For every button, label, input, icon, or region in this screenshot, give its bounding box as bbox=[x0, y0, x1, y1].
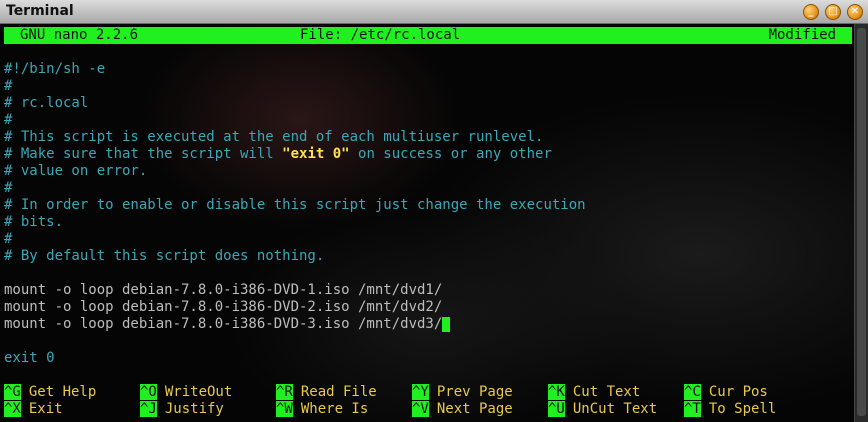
editor-line-part: on success or any other bbox=[349, 146, 552, 162]
shortcut-key: ^G bbox=[4, 384, 21, 400]
shortcut-key: ^U bbox=[548, 401, 565, 417]
shortcut-label: Cut Text bbox=[572, 384, 641, 400]
terminal-area[interactable]: GNU nano 2.2.6 File: /etc/rc.local Modif… bbox=[0, 24, 868, 422]
shortcut-key: ^C bbox=[684, 384, 701, 400]
shortcut-label: Read File bbox=[300, 384, 377, 400]
shortcut-label: Exit bbox=[28, 401, 63, 417]
shortcut-label: Cur Pos bbox=[708, 384, 768, 400]
shortcut-key: ^J bbox=[140, 401, 157, 417]
editor-line[interactable]: # bbox=[4, 231, 12, 248]
editor-line[interactable]: exit 0 bbox=[4, 350, 55, 367]
close-icon[interactable]: ✕ bbox=[847, 4, 863, 20]
window-title: Terminal bbox=[6, 3, 74, 19]
shortcut-key: ^R bbox=[276, 384, 293, 400]
editor-line[interactable]: mount -o loop debian-7.8.0-i386-DVD-3.is… bbox=[4, 316, 451, 333]
shortcut-uncut-text[interactable]: ^U UnCut Text bbox=[548, 401, 657, 418]
editor-line-text: mount -o loop debian-7.8.0-i386-DVD-3.is… bbox=[4, 316, 443, 332]
shortcut-label: Next Page bbox=[436, 401, 513, 417]
shortcut-key: ^Y bbox=[412, 384, 429, 400]
shortcut-get-help[interactable]: ^G Get Help bbox=[4, 384, 96, 401]
shortcut-prev-page[interactable]: ^Y Prev Page bbox=[412, 384, 513, 401]
text-cursor bbox=[442, 316, 451, 332]
editor-line[interactable]: #!/bin/sh -e bbox=[4, 61, 105, 78]
shortcut-read-file[interactable]: ^R Read File bbox=[276, 384, 377, 401]
editor-line[interactable]: # rc.local bbox=[4, 95, 88, 112]
shortcut-label: Prev Page bbox=[436, 384, 513, 400]
shortcut-exit[interactable]: ^X Exit bbox=[4, 401, 63, 418]
shortcut-label: WriteOut bbox=[164, 384, 233, 400]
window-titlebar[interactable]: Terminal _ □ ✕ bbox=[0, 0, 868, 24]
shortcut-key: ^O bbox=[140, 384, 157, 400]
editor-line[interactable]: # value on error. bbox=[4, 163, 147, 180]
editor-line[interactable]: # bbox=[4, 78, 12, 95]
shortcut-justify[interactable]: ^J Justify bbox=[140, 401, 224, 418]
shortcut-cur-pos[interactable]: ^C Cur Pos bbox=[684, 384, 768, 401]
shortcut-label: Where Is bbox=[300, 401, 369, 417]
exit-code-highlight: "exit 0" bbox=[282, 146, 350, 162]
editor-line[interactable]: # This script is executed at the end of … bbox=[4, 129, 543, 146]
editor-line[interactable]: # By default this script does nothing. bbox=[4, 248, 324, 265]
shortcut-cut-text[interactable]: ^K Cut Text bbox=[548, 384, 640, 401]
editor-line[interactable]: # bits. bbox=[4, 214, 63, 231]
maximize-icon[interactable]: □ bbox=[825, 4, 841, 20]
editor-line[interactable]: # In order to enable or disable this scr… bbox=[4, 197, 586, 214]
shortcut-writeout[interactable]: ^O WriteOut bbox=[140, 384, 232, 401]
shortcut-label: Get Help bbox=[28, 384, 97, 400]
editor-line[interactable]: mount -o loop debian-7.8.0-i386-DVD-1.is… bbox=[4, 282, 442, 299]
editor-line[interactable]: # bbox=[4, 180, 12, 197]
nano-header-bar: GNU nano 2.2.6 File: /etc/rc.local Modif… bbox=[4, 27, 852, 44]
shortcut-key: ^V bbox=[412, 401, 429, 417]
nano-version: GNU nano 2.2.6 bbox=[20, 27, 139, 43]
shortcut-next-page[interactable]: ^V Next Page bbox=[412, 401, 513, 418]
shortcut-label: To Spell bbox=[708, 401, 777, 417]
shortcut-to-spell[interactable]: ^T To Spell bbox=[684, 401, 776, 418]
nano-modified-status: Modified bbox=[768, 27, 836, 43]
nano-file-name: File: /etc/rc.local bbox=[300, 27, 461, 43]
shortcut-key: ^W bbox=[276, 401, 293, 417]
shortcut-key: ^X bbox=[4, 401, 21, 417]
scrollbar-thumb[interactable] bbox=[857, 28, 866, 416]
editor-line[interactable]: # Make sure that the script will "exit 0… bbox=[4, 146, 552, 163]
shortcut-label: Justify bbox=[164, 401, 224, 417]
shortcut-label: UnCut Text bbox=[572, 401, 658, 417]
shortcut-key: ^T bbox=[684, 401, 701, 417]
editor-line[interactable]: # bbox=[4, 112, 12, 129]
editor-line[interactable]: mount -o loop debian-7.8.0-i386-DVD-2.is… bbox=[4, 299, 442, 316]
terminal-scrollbar[interactable] bbox=[854, 24, 868, 422]
minimize-icon[interactable]: _ bbox=[803, 4, 819, 20]
editor-line-part: # Make sure that the script will bbox=[4, 146, 283, 162]
shortcut-where-is[interactable]: ^W Where Is bbox=[276, 401, 368, 418]
shortcut-key: ^K bbox=[548, 384, 565, 400]
